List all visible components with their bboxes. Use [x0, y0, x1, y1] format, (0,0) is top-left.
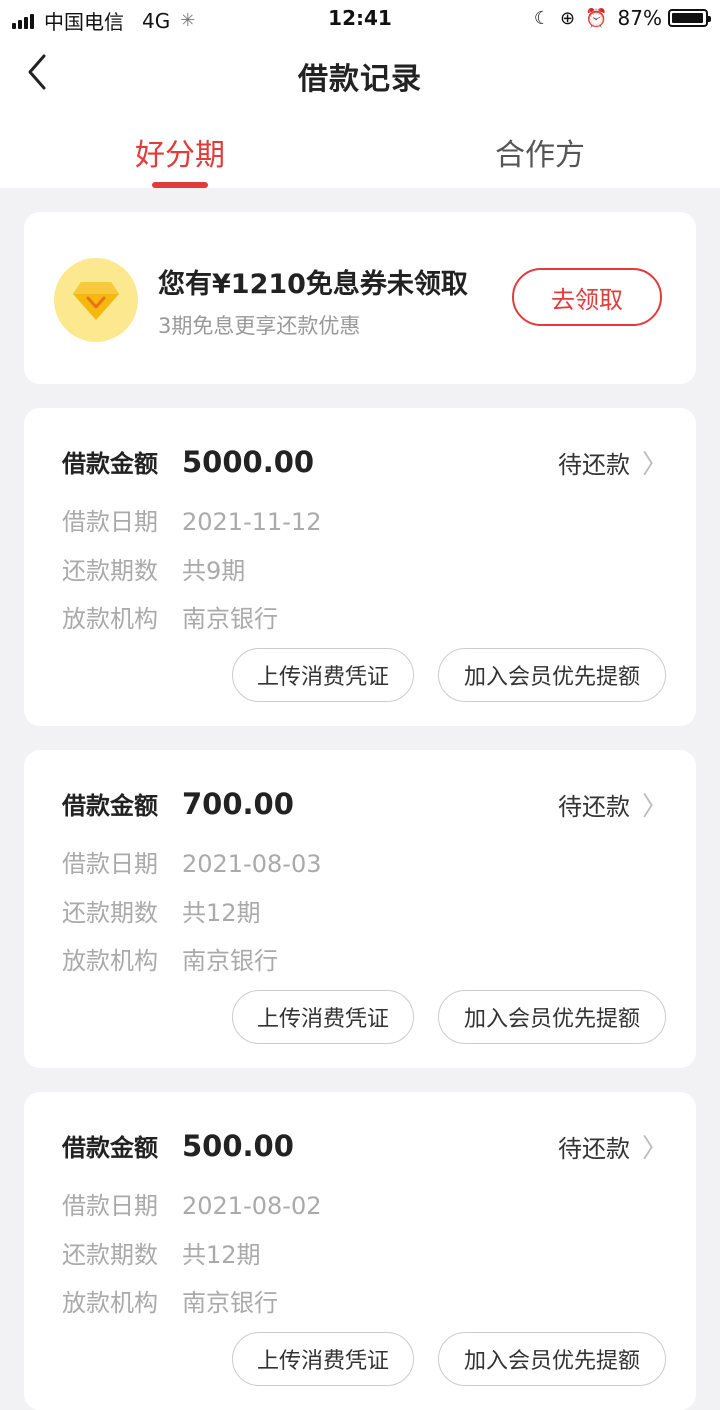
rotation-lock-icon: ⊕: [560, 7, 576, 29]
upload-receipt-button[interactable]: 上传消费凭证: [232, 648, 414, 702]
page-title: 借款记录: [298, 62, 422, 97]
promo-title: 您有¥1210免息券未领取: [158, 269, 468, 300]
join-membership-button[interactable]: 加入会员优先提额: [438, 1332, 666, 1386]
loan-date-value: 2021-08-02: [182, 1192, 322, 1220]
loan-status[interactable]: 待还款 〉: [558, 786, 668, 823]
loan-amount-label: 借款金额: [62, 1134, 158, 1162]
loan-institution-label: 放款机构: [62, 1289, 158, 1317]
join-membership-button[interactable]: 加入会员优先提额: [438, 648, 666, 702]
loan-institution-value: 南京银行: [182, 947, 278, 975]
status-bar-right: ☾ ⊕ ⏰ 87%: [524, 6, 711, 30]
loan-status-label: 待还款: [557, 793, 630, 821]
loan-institution-value: 南京银行: [182, 605, 278, 633]
loan-record-card[interactable]: 借款金额 500.00 待还款 〉 借款日期 2021-08-02 还款期数 共…: [24, 1092, 696, 1410]
status-bar: 中国电信 4G ✳ 12:41 ☾ ⊕ ⏰ 87%: [0, 0, 720, 36]
loan-institution-label: 放款机构: [62, 947, 158, 975]
moon-icon: ☾: [533, 7, 551, 29]
loan-institution-row: 放款机构 南京银行: [62, 941, 278, 976]
loan-institution-value: 南京银行: [182, 1289, 278, 1317]
battery-icon: [668, 9, 711, 27]
battery-percent: 87%: [617, 6, 662, 30]
loan-amount-value: 700.00: [182, 787, 294, 821]
loan-term-label: 还款期数: [62, 1241, 158, 1269]
tab-partner[interactable]: 合作方: [360, 130, 720, 174]
loan-term-value: 共12期: [182, 1241, 261, 1269]
loan-amount-row: 借款金额 700.00: [62, 786, 294, 821]
alarm-icon: ⏰: [585, 7, 608, 29]
loan-amount-row: 借款金额 500.00: [62, 1128, 294, 1163]
loan-institution-row: 放款机构 南京银行: [62, 599, 278, 634]
top-area: 中国电信 4G ✳ 12:41 ☾ ⊕ ⏰ 87% 借款记录 好分期 合作方: [0, 0, 720, 188]
loan-date-row: 借款日期 2021-11-12: [62, 502, 321, 537]
loan-status-label: 待还款: [557, 451, 630, 479]
join-membership-button[interactable]: 加入会员优先提额: [438, 990, 666, 1044]
loan-amount-value: 5000.00: [182, 445, 315, 479]
upload-receipt-button[interactable]: 上传消费凭证: [232, 1332, 414, 1386]
loan-date-row: 借款日期 2021-08-02: [62, 1186, 321, 1221]
loan-date-value: 2021-08-03: [182, 850, 322, 878]
diamond-icon: [54, 258, 138, 342]
loan-amount-label: 借款金额: [62, 450, 158, 478]
loan-institution-row: 放款机构 南京银行: [62, 1283, 278, 1318]
chevron-right-icon: 〉: [641, 450, 668, 480]
loan-date-label: 借款日期: [62, 850, 158, 878]
loan-term-value: 共9期: [182, 557, 246, 585]
loan-date-row: 借款日期 2021-08-03: [62, 844, 321, 879]
loan-status[interactable]: 待还款 〉: [558, 444, 668, 481]
claim-coupon-button[interactable]: 去领取: [512, 268, 662, 326]
chevron-right-icon: 〉: [641, 792, 668, 822]
loan-status[interactable]: 待还款 〉: [558, 1128, 668, 1165]
loan-date-value: 2021-11-12: [182, 508, 322, 536]
active-tab-indicator: [152, 182, 208, 188]
loan-status-label: 待还款: [557, 1135, 630, 1163]
tab-bar: 好分期 合作方: [0, 110, 720, 188]
loan-record-card[interactable]: 借款金额 5000.00 待还款 〉 借款日期 2021-11-12 还款期数 …: [24, 408, 696, 726]
loan-term-row: 还款期数 共9期: [62, 551, 245, 586]
loan-date-label: 借款日期: [62, 508, 158, 536]
loan-amount-label: 借款金额: [62, 792, 158, 820]
navigation-bar: 借款记录: [0, 36, 720, 110]
loan-amount-value: 500.00: [182, 1129, 294, 1163]
loan-term-row: 还款期数 共12期: [62, 1235, 261, 1270]
loan-amount-row: 借款金额 5000.00: [62, 444, 314, 479]
coupon-promo-card: 您有¥1210免息券未领取 3期免息更享还款优惠 去领取: [24, 212, 696, 384]
chevron-right-icon: 〉: [641, 1134, 668, 1164]
loan-institution-label: 放款机构: [62, 605, 158, 633]
promo-subtitle: 3期免息更享还款优惠: [158, 314, 361, 338]
tab-haofenqi[interactable]: 好分期: [0, 130, 360, 174]
loan-term-value: 共12期: [182, 899, 261, 927]
loan-term-label: 还款期数: [62, 557, 158, 585]
loan-record-card[interactable]: 借款金额 700.00 待还款 〉 借款日期 2021-08-03 还款期数 共…: [24, 750, 696, 1068]
loan-term-label: 还款期数: [62, 899, 158, 927]
upload-receipt-button[interactable]: 上传消费凭证: [232, 990, 414, 1044]
loan-term-row: 还款期数 共12期: [62, 893, 261, 928]
loan-date-label: 借款日期: [62, 1192, 158, 1220]
